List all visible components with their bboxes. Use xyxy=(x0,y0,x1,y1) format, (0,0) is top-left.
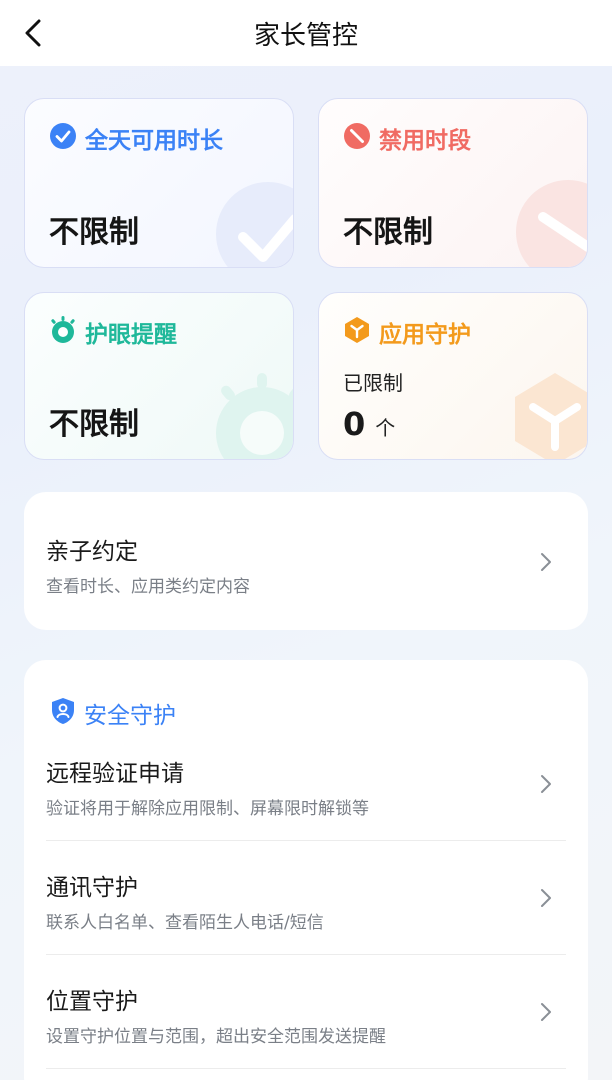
chevron-right-icon xyxy=(540,774,552,798)
card-value: 不限制 xyxy=(49,407,139,442)
count-number: 0 xyxy=(343,405,366,443)
chevron-right-icon xyxy=(540,1002,552,1026)
back-arrow-icon[interactable] xyxy=(18,16,48,50)
parent-child-agreement-row[interactable]: 亲子约定 查看时长、应用类约定内容 xyxy=(46,532,566,622)
agreement-panel: 亲子约定 查看时长、应用类约定内容 xyxy=(24,492,588,630)
section-label: 安全守护 xyxy=(84,703,176,729)
daily-time-card[interactable]: 全天可用时长 不限制 xyxy=(24,98,294,268)
card-value: 不限制 xyxy=(49,215,139,250)
shield-user-icon xyxy=(50,697,76,729)
eye-reminder-card[interactable]: 护眼提醒 不限制 xyxy=(24,292,294,460)
app-guard-icon xyxy=(343,316,371,348)
location-guard-row[interactable]: 位置守护 设置守护位置与范围，超出安全范围发送提醒 xyxy=(46,982,566,1072)
check-circle-icon xyxy=(49,122,77,154)
divider xyxy=(46,1068,566,1069)
row-title: 亲子约定 xyxy=(46,539,138,565)
restricted-count: 0 个 xyxy=(343,405,395,443)
security-panel: 安全守护 远程验证申请 验证将用于解除应用限制、屏幕限时解锁等 通讯守护 联系人… xyxy=(24,660,588,1080)
blocked-period-card[interactable]: 禁用时段 不限制 xyxy=(318,98,588,268)
clock-watermark-icon xyxy=(513,177,587,267)
card-label: 全天可用时长 xyxy=(85,128,223,154)
forbidden-icon xyxy=(343,122,371,154)
check-watermark-icon xyxy=(213,179,293,267)
divider xyxy=(46,840,566,841)
restricted-label: 已限制 xyxy=(343,371,403,395)
row-title: 位置守护 xyxy=(46,989,138,1015)
row-subtitle: 设置守护位置与范围，超出安全范围发送提醒 xyxy=(46,1027,386,1047)
chevron-right-icon xyxy=(540,552,552,576)
page-title: 家长管控 xyxy=(253,20,358,51)
chevron-right-icon xyxy=(540,888,552,912)
card-label: 护眼提醒 xyxy=(85,322,177,348)
top-bar: 家长管控 xyxy=(0,0,612,66)
row-subtitle: 查看时长、应用类约定内容 xyxy=(46,577,250,597)
count-unit: 个 xyxy=(375,416,396,440)
security-section-header: 安全守护 xyxy=(50,696,176,730)
app-guard-card[interactable]: 应用守护 已限制 0 个 xyxy=(318,292,588,460)
row-title: 远程验证申请 xyxy=(46,761,184,787)
row-title: 通讯守护 xyxy=(46,875,138,901)
card-label: 应用守护 xyxy=(379,322,471,348)
app-guard-watermark-icon xyxy=(505,369,587,459)
eye-watermark-icon xyxy=(207,371,293,459)
remote-verification-row[interactable]: 远程验证申请 验证将用于解除应用限制、屏幕限时解锁等 xyxy=(46,754,566,844)
row-subtitle: 联系人白名单、查看陌生人电话/短信 xyxy=(46,913,324,933)
divider xyxy=(46,954,566,955)
card-label: 禁用时段 xyxy=(379,128,471,154)
eye-icon xyxy=(49,316,77,348)
card-value: 不限制 xyxy=(343,215,433,250)
communication-guard-row[interactable]: 通讯守护 联系人白名单、查看陌生人电话/短信 xyxy=(46,868,566,958)
row-subtitle: 验证将用于解除应用限制、屏幕限时解锁等 xyxy=(46,799,369,819)
